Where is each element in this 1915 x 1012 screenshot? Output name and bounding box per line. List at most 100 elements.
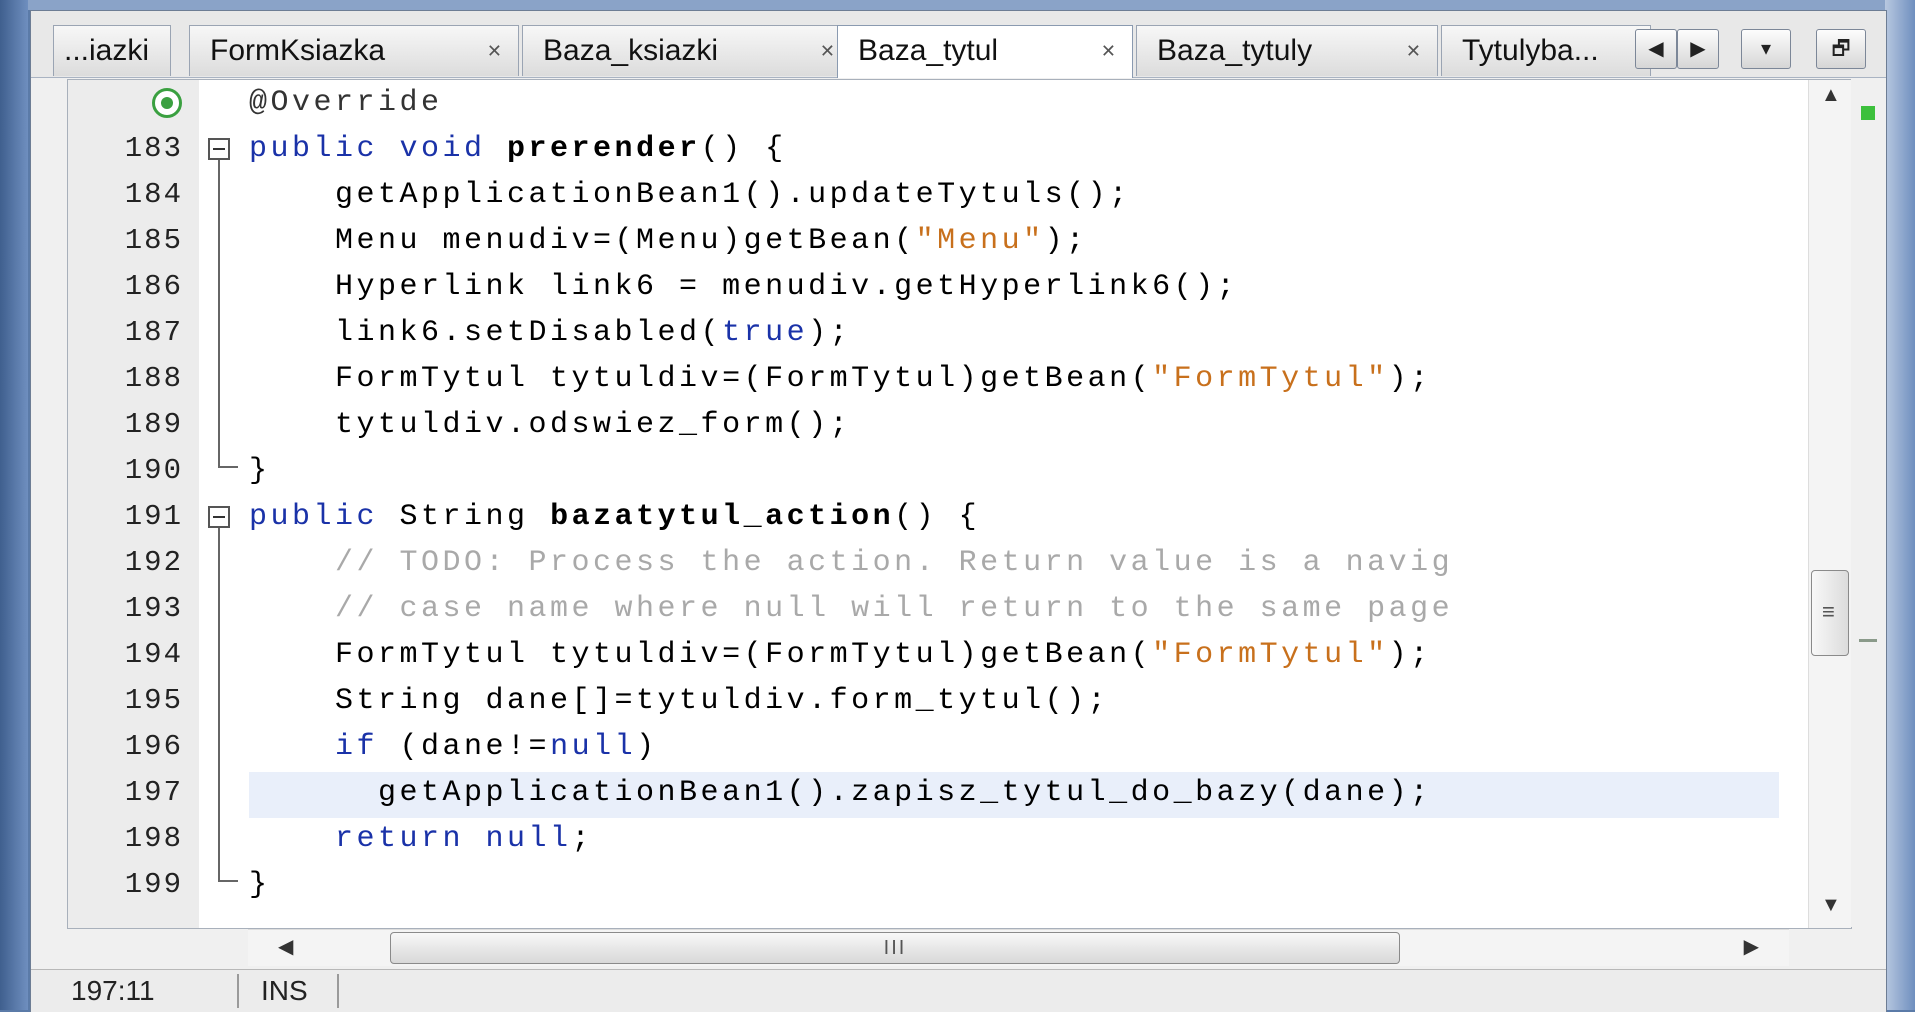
code-text: );: [1388, 638, 1432, 672]
code-editor[interactable]: 183 184 185 186 187 188 189 190 191 192 …: [67, 79, 1852, 929]
status-bar: 197:11 INS: [31, 969, 1886, 1012]
line-number: 184: [124, 178, 183, 211]
string-literal: "Menu": [915, 224, 1045, 258]
code-text: () {: [894, 500, 981, 534]
code-text: () {: [700, 132, 787, 166]
keyword: true: [722, 316, 809, 350]
fold-guide-end: [218, 466, 238, 468]
fold-toggle-prerender[interactable]: [208, 138, 230, 160]
code-line-191: public String bazatytul_action() {: [249, 494, 980, 540]
chevron-left-icon: ◀: [1648, 38, 1664, 60]
line-number: 198: [124, 822, 183, 855]
line-number: 199: [124, 868, 183, 901]
tab-baza-tytuly[interactable]: Baza_tytuly ✕: [1136, 25, 1438, 76]
tab-baza-ksiazki[interactable]: Baza_ksiazki ✕: [522, 25, 852, 76]
line-number: 190: [124, 454, 183, 487]
keyword: return null: [249, 822, 572, 856]
error-stripe: [1851, 79, 1886, 927]
tab-prev-button[interactable]: ◀: [1635, 29, 1677, 69]
grip-icon: III: [883, 937, 907, 959]
close-icon[interactable]: ✕: [820, 26, 835, 76]
tab-baza-tytul[interactable]: Baza_tytul ✕: [837, 25, 1133, 78]
code-text: Menu menudiv=(Menu)getBean(: [249, 224, 916, 258]
editor-window: ...iazki FormKsiazka ✕ Baza_ksiazki ✕ Ba…: [30, 10, 1887, 1012]
vertical-scroll-thumb[interactable]: ≡: [1811, 570, 1849, 656]
code-text-area[interactable]: @Override public void prerender() { getA…: [249, 80, 1808, 928]
scroll-right-icon[interactable]: ▶: [1744, 934, 1759, 959]
insert-mode[interactable]: INS: [241, 974, 339, 1008]
code-text: FormTytul tytuldiv=(FormTytul)getBean(: [249, 362, 1153, 396]
horizontal-scrollbar[interactable]: ◀ III ▶: [248, 929, 1789, 966]
fold-toggle-bazatytul-action[interactable]: [208, 506, 230, 528]
vertical-scrollbar[interactable]: ▲ ≡ ▼: [1808, 80, 1851, 928]
scroll-down-icon[interactable]: ▼: [1821, 894, 1841, 917]
line-number: 187: [124, 316, 183, 349]
tab-formksiazka[interactable]: FormKsiazka ✕: [189, 25, 519, 76]
window-frame-right: [1885, 0, 1915, 1010]
grip-icon: ≡: [1822, 599, 1835, 624]
tab-label: Baza_tytuly: [1157, 34, 1313, 67]
tab-bar: ...iazki FormKsiazka ✕ Baza_ksiazki ✕ Ba…: [31, 11, 1886, 78]
code-line-189: tytuldiv.odswiez_form();: [249, 408, 852, 442]
method-name: prerender: [507, 132, 701, 166]
code-line-186: Hyperlink link6 = menudiv.getHyperlink6(…: [249, 270, 1239, 304]
keyword: public void: [249, 132, 508, 166]
close-icon[interactable]: ✕: [487, 26, 502, 76]
tab-label: Baza_ksiazki: [543, 34, 719, 67]
line-number: 193: [124, 592, 183, 625]
code-text: );: [1044, 224, 1088, 258]
tab-label: FormKsiazka: [210, 34, 386, 67]
line-number: 189: [124, 408, 183, 441]
tab-label: Tytulyba...: [1462, 34, 1599, 67]
line-number: 186: [124, 270, 183, 303]
tab-ksiazki[interactable]: ...iazki: [53, 25, 171, 76]
method-name: bazatytul_action: [550, 500, 895, 534]
code-line-annotation: @Override: [249, 86, 443, 120]
code-text: );: [1388, 362, 1432, 396]
code-line-195: String dane[]=tytuldiv.form_tytul();: [249, 684, 1110, 718]
keyword: if: [249, 730, 400, 764]
close-icon[interactable]: ✕: [1101, 26, 1116, 76]
line-number: 195: [124, 684, 183, 717]
fold-guide-line: [218, 528, 220, 880]
tab-list-button[interactable]: ▾: [1741, 29, 1791, 69]
override-icon[interactable]: [152, 88, 182, 118]
close-icon[interactable]: ✕: [1406, 26, 1421, 76]
line-number: 192: [124, 546, 183, 579]
scroll-left-icon[interactable]: ◀: [278, 934, 293, 959]
code-line-196: if (dane!=null): [249, 724, 658, 770]
code-line-194: FormTytul tytuldiv=(FormTytul)getBean("F…: [249, 632, 1432, 678]
tab-label: Baza_tytul: [858, 34, 999, 67]
scroll-up-icon[interactable]: ▲: [1821, 84, 1841, 107]
code-line-199: }: [249, 868, 271, 902]
code-text: (dane!=: [399, 730, 551, 764]
fold-guide-end: [218, 880, 238, 882]
tab-next-button[interactable]: ▶: [1677, 29, 1719, 69]
horizontal-scroll-thumb[interactable]: III: [390, 932, 1400, 964]
line-number: 185: [124, 224, 183, 257]
restore-window-button[interactable]: 🗗: [1816, 29, 1866, 69]
code-line-193-comment: // case name where null will return to t…: [249, 592, 1454, 626]
restore-icon: 🗗: [1831, 38, 1851, 60]
tab-tytulyba[interactable]: Tytulyba...: [1441, 25, 1651, 76]
caret-position-mark[interactable]: [1859, 639, 1877, 642]
code-line-184: getApplicationBean1().updateTytuls();: [249, 178, 1131, 212]
chevron-down-icon: ▾: [1760, 38, 1772, 60]
code-line-188: FormTytul tytuldiv=(FormTytul)getBean("F…: [249, 356, 1432, 402]
keyword: null: [550, 730, 637, 764]
code-text: link6.setDisabled(: [249, 316, 723, 350]
line-number-gutter: 183 184 185 186 187 188 189 190 191 192 …: [68, 80, 200, 928]
code-text: );: [808, 316, 852, 350]
line-number: 196: [124, 730, 183, 763]
window-frame-top: [0, 0, 1915, 10]
fold-guide-line: [218, 160, 220, 466]
type-name: String: [399, 500, 551, 534]
fold-margin: [199, 80, 249, 928]
code-text: FormTytul tytuldiv=(FormTytul)getBean(: [249, 638, 1153, 672]
code-line-187: link6.setDisabled(true);: [249, 310, 851, 356]
no-errors-indicator: [1861, 106, 1875, 120]
code-line-183: public void prerender() {: [249, 126, 787, 172]
code-line-197: getApplicationBean1().zapisz_tytul_do_ba…: [249, 776, 1432, 810]
code-line-198: return null;: [249, 816, 593, 862]
code-line-185: Menu menudiv=(Menu)getBean("Menu");: [249, 218, 1088, 264]
